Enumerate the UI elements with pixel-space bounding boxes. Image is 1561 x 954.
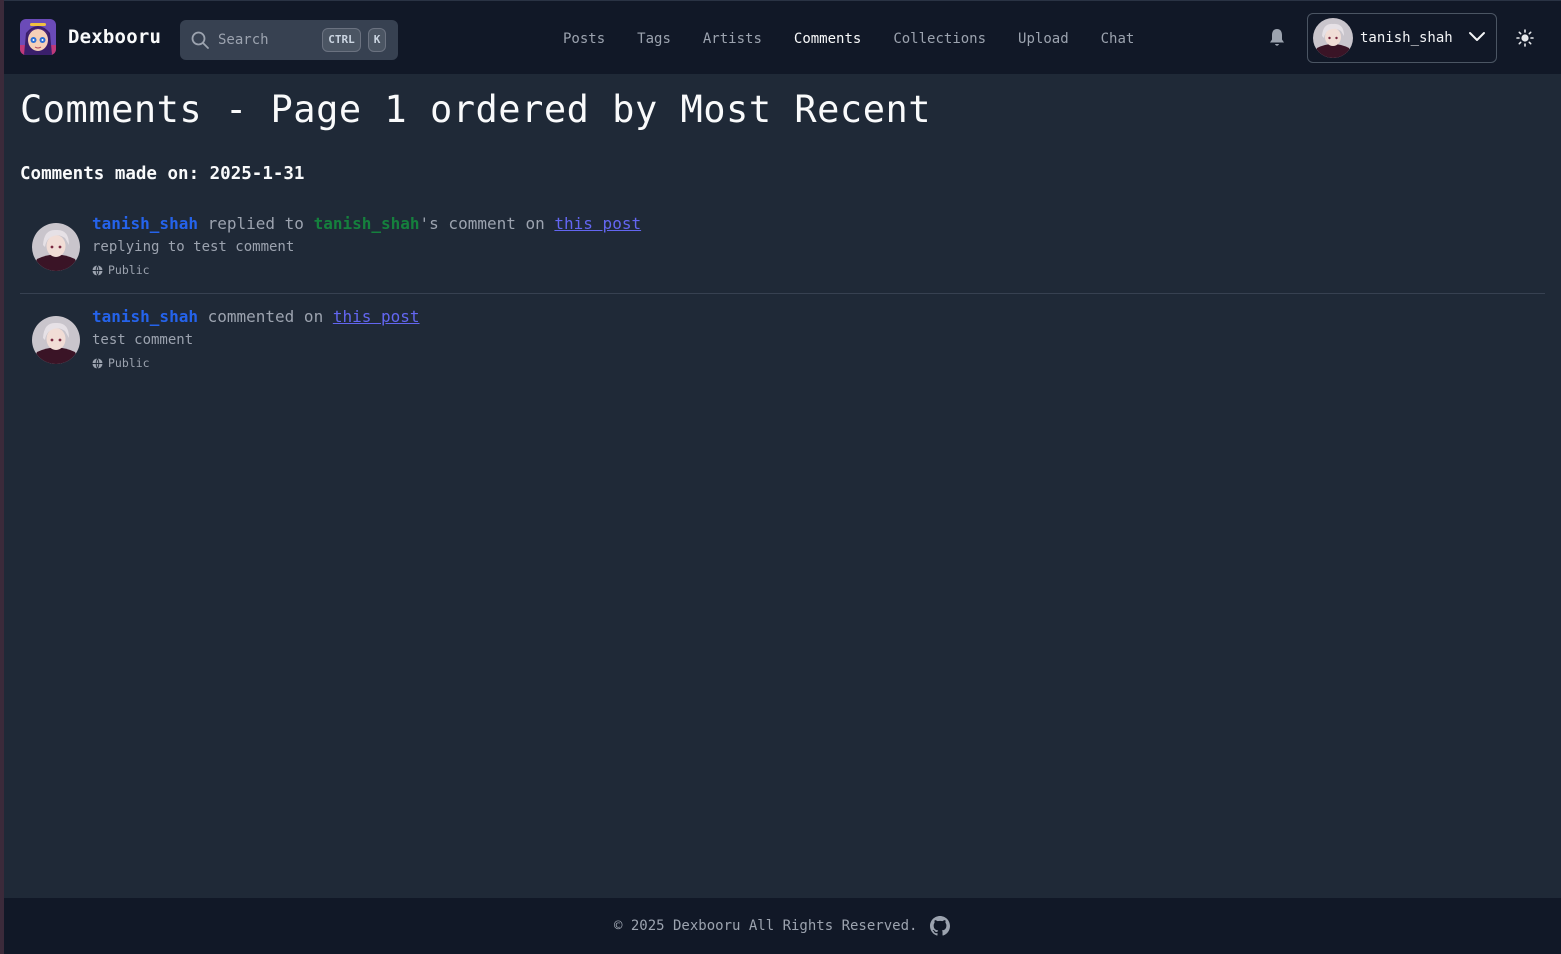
comment-author-link[interactable]: tanish_shah bbox=[92, 214, 198, 233]
replied-user-link[interactable]: tanish_shah bbox=[314, 214, 420, 233]
comment-body: test comment bbox=[92, 332, 194, 348]
avatar[interactable] bbox=[32, 316, 80, 364]
nav-tags[interactable]: Tags bbox=[637, 30, 671, 48]
post-link[interactable]: this post bbox=[333, 307, 420, 326]
search-input[interactable] bbox=[218, 20, 318, 60]
comment-item: tanish_shah commented on this post test … bbox=[20, 299, 1545, 379]
globe-icon bbox=[92, 264, 103, 276]
page-title: Comments - Page 1 ordered by Most Recent bbox=[20, 88, 932, 131]
post-link[interactable]: this post bbox=[554, 214, 641, 233]
visibility-badge: Public bbox=[92, 263, 150, 277]
shortcut-ctrl-key: CTRL bbox=[322, 28, 361, 52]
search-icon bbox=[191, 31, 209, 49]
username-label: tanish_shah bbox=[1360, 30, 1453, 46]
shortcut-k-key: K bbox=[368, 28, 386, 52]
nav-chat[interactable]: Chat bbox=[1101, 30, 1135, 48]
main-nav: Posts Tags Artists Comments Collections … bbox=[563, 30, 1166, 48]
github-icon[interactable] bbox=[930, 916, 950, 936]
comment-author-link[interactable]: tanish_shah bbox=[92, 307, 198, 326]
nav-upload[interactable]: Upload bbox=[1018, 30, 1069, 48]
comment-action-text: replied to bbox=[197, 214, 314, 233]
nav-comments[interactable]: Comments bbox=[794, 30, 861, 48]
user-menu-button[interactable]: tanish_shah bbox=[1307, 13, 1497, 63]
nav-collections[interactable]: Collections bbox=[893, 30, 986, 48]
globe-icon bbox=[92, 357, 103, 369]
chevron-down-icon bbox=[1469, 32, 1485, 41]
window-edge bbox=[0, 0, 4, 954]
comment-header: tanish_shah replied to tanish_shah's com… bbox=[92, 214, 641, 233]
avatar[interactable] bbox=[32, 223, 80, 271]
anime-girl-logo-icon bbox=[20, 19, 56, 55]
date-heading: Comments made on: 2025-1-31 bbox=[20, 164, 305, 184]
comment-target-suffix: 's comment on bbox=[419, 214, 555, 233]
notification-bell-icon[interactable] bbox=[1268, 28, 1286, 48]
nav-posts[interactable]: Posts bbox=[563, 30, 605, 48]
search-box[interactable]: CTRL K bbox=[180, 20, 398, 60]
brand-name: Dexbooru bbox=[68, 26, 162, 48]
sun-icon[interactable] bbox=[1516, 29, 1534, 47]
footer: © 2025 Dexbooru All Rights Reserved. bbox=[4, 898, 1561, 954]
copyright-text: © 2025 Dexbooru All Rights Reserved. bbox=[614, 918, 918, 934]
comment-item: tanish_shah replied to tanish_shah's com… bbox=[20, 206, 1545, 294]
brand-link[interactable]: Dexbooru bbox=[20, 19, 161, 55]
nav-artists[interactable]: Artists bbox=[703, 30, 762, 48]
top-navbar: Dexbooru CTRL K Posts Tags Artists Comme… bbox=[4, 0, 1561, 74]
visibility-label: Public bbox=[108, 356, 150, 370]
comment-action-text: commented on bbox=[197, 307, 333, 326]
visibility-badge: Public bbox=[92, 356, 150, 370]
visibility-label: Public bbox=[108, 263, 150, 277]
avatar bbox=[1313, 18, 1353, 58]
comment-body: replying to test comment bbox=[92, 239, 295, 255]
comment-header: tanish_shah commented on this post bbox=[92, 307, 420, 326]
